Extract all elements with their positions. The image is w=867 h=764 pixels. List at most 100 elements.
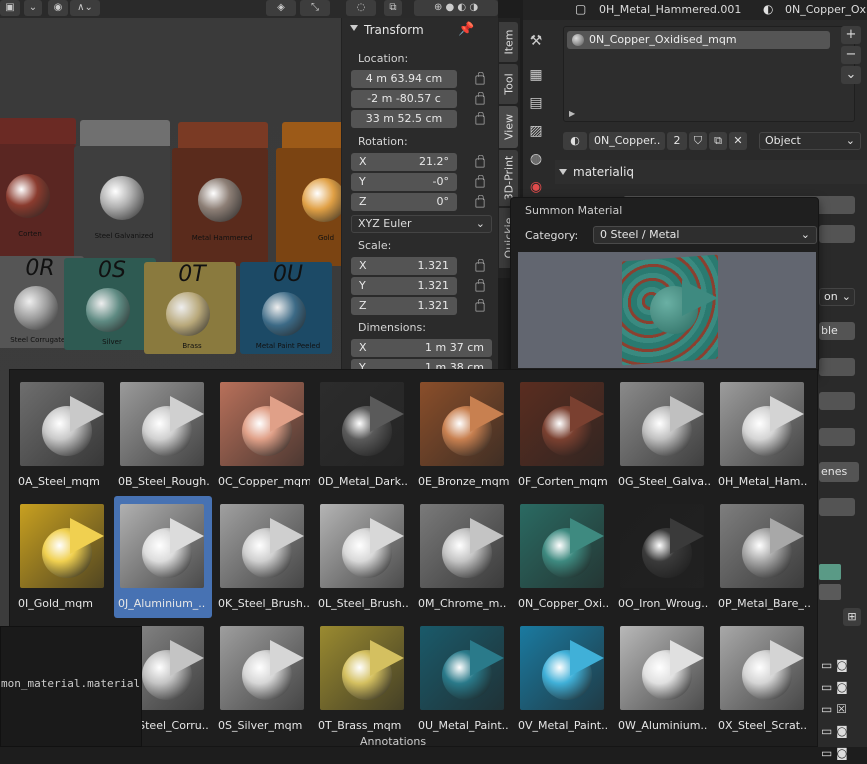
material-tile[interactable]: 0U Metal Paint Peeled	[240, 262, 336, 362]
output-icon[interactable]: ▤	[523, 90, 549, 116]
material-asset[interactable]: 0L_Steel_Brush..	[314, 496, 412, 618]
tab-item[interactable]: Item	[499, 22, 518, 62]
lock-icon[interactable]	[475, 278, 485, 292]
material-asset[interactable]: 0G_Steel_Galva..	[614, 374, 712, 496]
material-asset[interactable]: 0B_Steel_Rough..	[114, 374, 212, 496]
material-asset[interactable]: 0E_Bronze_mqm	[414, 374, 512, 496]
header-material-name[interactable]: 0H_Metal_Hammered.001	[599, 3, 741, 16]
thumbnail-cone	[770, 396, 804, 432]
scale-z-field[interactable]: Z 1.321	[351, 297, 457, 315]
side-field[interactable]	[819, 428, 855, 446]
tab-view[interactable]: View	[499, 106, 518, 148]
user-count[interactable]: 2	[667, 132, 687, 150]
scale-y-field[interactable]: Y 1.321	[351, 277, 457, 295]
material-asset[interactable]: 0K_Steel_Brush..	[214, 496, 312, 618]
lock-icon[interactable]	[475, 174, 485, 188]
color-swatch[interactable]	[819, 564, 841, 580]
link-mode-select[interactable]: Object ⌄	[759, 132, 861, 150]
falloff-icon[interactable]: ∧⌄	[70, 0, 100, 16]
material-asset[interactable]: 0P_Metal_Bare_..	[714, 496, 812, 618]
color-swatch[interactable]	[819, 584, 841, 600]
material-asset[interactable]: 0J_Aluminium_..	[114, 496, 212, 618]
rotation-mode-select[interactable]: XYZ Euler ⌄	[351, 215, 492, 233]
lock-icon[interactable]	[475, 298, 485, 312]
gizmo-icon[interactable]: ⤡	[300, 0, 330, 16]
rotation-x-field[interactable]: X 21.2°	[351, 153, 457, 171]
material-name-field[interactable]: 0N_Copper..	[589, 132, 665, 150]
shading-icon[interactable]: ⊕ ● ◐ ◑	[414, 0, 498, 16]
chevron-down-icon[interactable]: ⌄	[24, 0, 42, 16]
side-field[interactable]	[819, 498, 855, 516]
material-asset[interactable]: 0S_Silver_mqm	[214, 618, 312, 740]
duplicate-icon[interactable]: ⧉	[709, 132, 727, 150]
view-layers-icon[interactable]: ▣	[0, 0, 20, 16]
category-select[interactable]: 0 Steel / Metal ⌄	[593, 226, 817, 244]
material-asset[interactable]: 0H_Metal_Ham..	[714, 374, 812, 496]
lock-icon[interactable]	[475, 258, 485, 272]
material-asset[interactable]: 0C_Copper_mqm	[214, 374, 312, 496]
lock-icon[interactable]	[475, 71, 485, 85]
material-asset[interactable]: 0T_Brass_mqm	[314, 618, 412, 740]
fake-user-icon[interactable]: ⛉	[689, 132, 707, 150]
side-field[interactable]	[819, 392, 855, 410]
mode-select[interactable]: on ⌄	[819, 288, 855, 306]
lock-icon[interactable]	[475, 154, 485, 168]
materialiq-panel-header[interactable]: materialiq	[555, 160, 867, 184]
proportional-edit-icon[interactable]: ◉	[48, 0, 68, 16]
material-asset[interactable]: 0D_Metal_Dark..	[314, 374, 412, 496]
overlay-icon[interactable]: ◌	[346, 0, 376, 16]
material-asset[interactable]: 0A_Steel_mqm	[14, 374, 112, 496]
material-asset[interactable]: 0I_Gold_mqm	[14, 496, 112, 618]
add-slot-button[interactable]: +	[841, 26, 861, 44]
lock-icon[interactable]	[475, 111, 485, 125]
view-layer-icon[interactable]: ▨	[523, 118, 549, 144]
material-asset[interactable]: 0W_Aluminium..	[614, 618, 712, 740]
popup-title: Summon Material	[525, 204, 623, 217]
side-field[interactable]	[819, 358, 855, 376]
material-asset[interactable]: 0N_Copper_Oxi..	[514, 496, 612, 618]
material-tile[interactable]: Metal Hammered	[172, 122, 272, 270]
material-asset[interactable]: 0V_Metal_Paint..	[514, 618, 612, 740]
material-asset[interactable]: 0O_Iron_Wroug..	[614, 496, 712, 618]
list-item[interactable]: 0N_Copper_Oxidised_mqm	[567, 31, 830, 49]
header-material-name-2[interactable]: 0N_Copper_Oxi	[785, 3, 867, 16]
material-asset[interactable]: 0M_Chrome_m..	[414, 496, 512, 618]
scenes-button[interactable]: enes	[819, 462, 859, 482]
pin-icon[interactable]: 📌	[458, 22, 474, 37]
lock-icon[interactable]	[475, 194, 485, 208]
tab-tool[interactable]: Tool	[499, 64, 518, 104]
scale-x-field[interactable]: X 1.321	[351, 257, 457, 275]
material-tile[interactable]: Steel Galvanized	[74, 120, 174, 268]
collapse-icon[interactable]	[350, 25, 358, 31]
add-collection-icon[interactable]: ⊞	[843, 608, 861, 626]
visibility-icon[interactable]: ◈	[266, 0, 296, 16]
material-thumbnail	[420, 382, 504, 466]
tool-icon[interactable]: ⚒	[523, 28, 549, 54]
material-asset[interactable]: 0X_Steel_Scrat..	[714, 618, 812, 740]
location-y-field[interactable]: -2 m -80.57 c	[351, 90, 457, 108]
lock-icon[interactable]	[475, 91, 485, 105]
rotation-z-field[interactable]: Z 0°	[351, 193, 457, 211]
toggle-button[interactable]: ble	[819, 322, 855, 340]
visibility-toggles[interactable]: ▭ ◙ ▭ ◙ ▭ ☒ ▭ ◙ ▭ ◙	[821, 654, 848, 764]
material-tile[interactable]: Corten	[0, 118, 80, 266]
tile-label: Corten	[18, 230, 42, 238]
material-asset[interactable]: 0U_Metal_Paint..	[414, 618, 512, 740]
chevron-down-icon[interactable]: ⌄	[841, 66, 861, 84]
location-x-field[interactable]: 4 m 63.94 cm	[351, 70, 457, 88]
panel-title[interactable]: Transform	[342, 18, 498, 42]
browse-material-icon[interactable]: ◐	[563, 132, 587, 150]
remove-slot-button[interactable]: −	[841, 46, 861, 64]
material-name: 0J_Aluminium_..	[118, 597, 206, 610]
material-tile[interactable]: 0T Brass	[144, 262, 240, 362]
dimensions-x-field[interactable]: X1 m 37 cm	[351, 339, 492, 357]
side-field[interactable]	[819, 225, 855, 243]
render-icon[interactable]: ▦	[523, 62, 549, 88]
xray-icon[interactable]: ⧉	[384, 0, 402, 16]
rotation-y-field[interactable]: Y -0°	[351, 173, 457, 191]
expand-icon[interactable]: ▶	[569, 109, 575, 118]
scene-icon[interactable]: ◍	[523, 146, 549, 172]
close-icon[interactable]: ✕	[729, 132, 747, 150]
material-asset[interactable]: 0F_Corten_mqm	[514, 374, 612, 496]
location-z-field[interactable]: 33 m 52.5 cm	[351, 110, 457, 128]
